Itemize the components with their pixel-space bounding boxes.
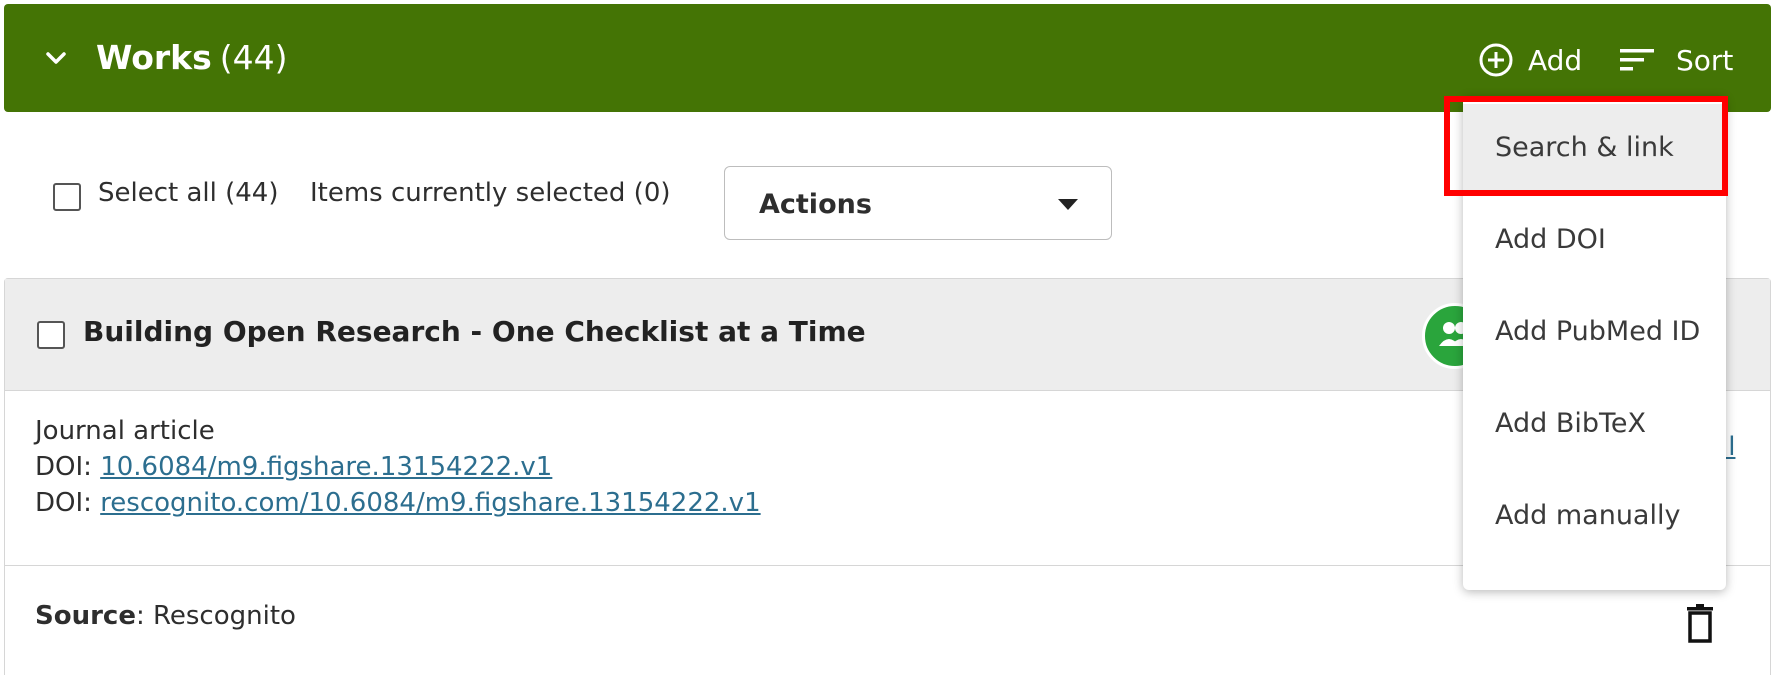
doi-label: DOI:: [35, 488, 92, 518]
work-type: Journal article: [35, 416, 215, 446]
menu-item-label: Add DOI: [1495, 224, 1606, 255]
work-item-checkbox[interactable]: [37, 321, 65, 349]
source-row: Source: Rescognito: [35, 601, 296, 631]
caret-down-icon: [1058, 199, 1078, 210]
chevron-down-icon: [46, 52, 66, 64]
doi-link[interactable]: rescognito.com/10.6084/m9.figshare.13154…: [100, 488, 760, 518]
select-all-checkbox[interactable]: [53, 183, 81, 211]
menu-item-label: Search & link: [1495, 132, 1674, 163]
select-all-label: Select all (44): [98, 178, 279, 208]
add-menu: Search & link Add DOI Add PubMed ID Add …: [1463, 96, 1726, 590]
menu-item-label: Add PubMed ID: [1495, 316, 1701, 347]
sort-icon: [1620, 49, 1654, 71]
items-selected-label: Items currently selected (0): [310, 178, 671, 208]
doi-row-1: DOI: 10.6084/m9.figshare.13154222.v1: [35, 450, 552, 484]
add-button[interactable]: Add: [1478, 40, 1582, 80]
doi-row-2: DOI: rescognito.com/10.6084/m9.figshare.…: [35, 486, 761, 520]
source-label: Source: [35, 601, 136, 631]
actions-dropdown-label: Actions: [759, 189, 872, 220]
menu-item-add-doi[interactable]: Add DOI: [1463, 196, 1726, 288]
menu-item-label: Add BibTeX: [1495, 408, 1647, 439]
collapse-toggle-button[interactable]: [42, 44, 70, 72]
work-title: Building Open Research - One Checklist a…: [83, 315, 866, 348]
plus-circle-icon: [1479, 43, 1513, 77]
doi-link[interactable]: 10.6084/m9.figshare.13154222.v1: [100, 452, 552, 482]
sort-button[interactable]: Sort: [1618, 40, 1733, 80]
actions-dropdown[interactable]: Actions: [724, 166, 1112, 240]
menu-item-search-link[interactable]: Search & link: [1463, 104, 1726, 196]
menu-item-label: Add manually: [1495, 500, 1681, 531]
section-count: (44): [219, 38, 288, 77]
trash-icon[interactable]: [1685, 604, 1715, 644]
doi-label: DOI:: [35, 452, 92, 482]
add-button-label: Add: [1528, 43, 1583, 77]
sort-button-label: Sort: [1676, 43, 1734, 77]
menu-item-add-pubmed-id[interactable]: Add PubMed ID: [1463, 288, 1726, 380]
section-title: Works (44): [96, 36, 288, 80]
source-value: : Rescognito: [135, 601, 296, 631]
menu-item-add-bibtex[interactable]: Add BibTeX: [1463, 380, 1726, 472]
section-title-text: Works: [96, 38, 212, 77]
menu-item-add-manually[interactable]: Add manually: [1463, 472, 1726, 564]
